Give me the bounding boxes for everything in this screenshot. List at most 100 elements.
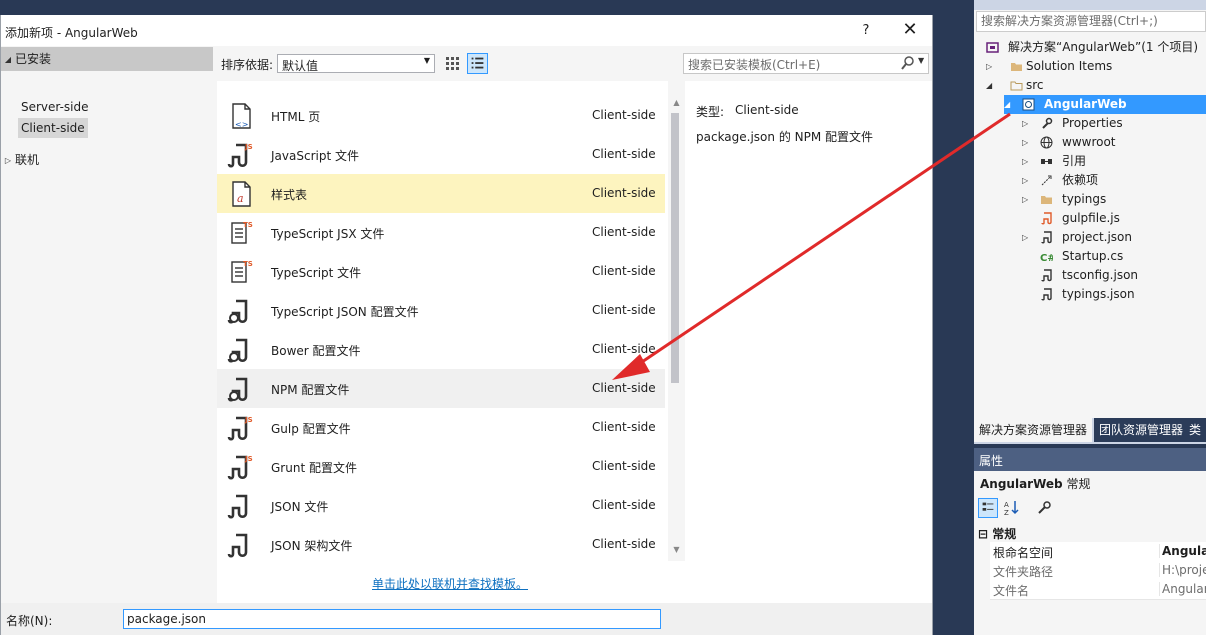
tab-class-view[interactable]: 类	[1184, 418, 1206, 442]
collapse-box-icon[interactable]: ⊟	[978, 527, 988, 541]
scroll-up-arrow-icon[interactable]: ▲	[668, 98, 685, 110]
dependencies-icon	[1041, 175, 1052, 186]
online-templates-link[interactable]: 单击此处以联机并查找模板。	[372, 575, 528, 592]
expand-arrow-icon[interactable]: ▷	[1022, 152, 1034, 171]
solution-node[interactable]: 解决方案“AngularWeb”(1 个项目)	[986, 38, 1206, 57]
typescript-jsx-file-icon: TS	[231, 221, 253, 244]
tab-team-explorer[interactable]: 团队资源管理器	[1094, 418, 1189, 442]
search-icon[interactable]	[900, 55, 916, 72]
dependencies-node[interactable]: ▷ 依赖项	[1022, 171, 1206, 190]
javascript-file-icon: JS	[227, 416, 253, 441]
property-row[interactable]: 根命名空间 Angular	[990, 542, 1206, 562]
template-category: Client-side	[592, 498, 656, 512]
template-category: Client-side	[592, 537, 656, 551]
template-item[interactable]: NPM 配置文件 Client-side	[217, 369, 665, 408]
references-node[interactable]: ▷ 引用	[1022, 152, 1206, 171]
template-item[interactable]: TS TypeScript 文件 Client-side	[217, 252, 665, 291]
collapse-arrow-icon[interactable]: ◢	[1, 48, 15, 72]
template-item[interactable]: <> HTML 页 Client-side	[217, 96, 665, 135]
json-file-icon	[227, 494, 248, 519]
expand-arrow-icon[interactable]: ▷	[1022, 190, 1034, 209]
solution-icon	[986, 42, 999, 53]
sort-value: 默认值	[282, 59, 319, 73]
svg-text:C#: C#	[1040, 253, 1053, 263]
src-node[interactable]: ◢ src	[986, 76, 1206, 95]
properties-object-selector[interactable]: AngularWeb 常规	[980, 475, 1090, 492]
expand-arrow-icon[interactable]: ▷	[1022, 133, 1034, 152]
tree-node-installed[interactable]: ◢ 已安装	[1, 47, 213, 71]
ide-background	[933, 0, 974, 635]
template-category: Client-side	[592, 303, 656, 317]
expand-arrow-icon[interactable]: ▷	[1022, 171, 1034, 190]
gulpfile-node[interactable]: gulpfile.js	[1022, 209, 1206, 228]
template-search-box[interactable]: ▼	[683, 53, 929, 74]
property-category[interactable]: ⊟ 常规	[978, 525, 1016, 542]
template-item[interactable]: TypeScript JSON 配置文件 Client-side	[217, 291, 665, 330]
help-button[interactable]: ?	[855, 21, 877, 41]
template-name: JavaScript 文件	[271, 149, 359, 163]
wwwroot-node[interactable]: ▷ wwwroot	[1022, 133, 1206, 152]
template-item[interactable]: TS TypeScript JSX 文件 Client-side	[217, 213, 665, 252]
template-name: Grunt 配置文件	[271, 461, 357, 475]
tree-node-client-side[interactable]: Client-side	[18, 118, 88, 138]
typings-node[interactable]: ▷ typings	[1022, 190, 1206, 209]
tree-node-server-side[interactable]: Server-side	[18, 97, 92, 117]
scroll-down-arrow-icon[interactable]: ▼	[668, 545, 685, 557]
expand-arrow-icon[interactable]: ▷	[986, 57, 998, 76]
template-name: JSON 架构文件	[271, 539, 353, 553]
collapse-arrow-icon[interactable]: ◢	[986, 76, 998, 95]
template-name: JSON 文件	[271, 500, 329, 514]
tab-solution-explorer[interactable]: 解决方案资源管理器	[974, 418, 1093, 442]
close-button[interactable]: ✕	[899, 20, 921, 40]
search-options-chevron-icon[interactable]: ▼	[918, 56, 924, 65]
template-category: Client-side	[592, 381, 656, 395]
alphabetical-icon[interactable]: AZ	[1002, 498, 1022, 518]
template-item[interactable]: JS Gulp 配置文件 Client-side	[217, 408, 665, 447]
template-item[interactable]: JS Grunt 配置文件 Client-side	[217, 447, 665, 486]
startup-cs-node[interactable]: C# Startup.cs	[1022, 247, 1206, 266]
name-input[interactable]	[123, 609, 661, 629]
json-config-file-icon	[227, 338, 248, 363]
collapse-arrow-icon[interactable]: ◢	[1004, 95, 1016, 114]
expand-arrow-icon[interactable]: ▷	[1, 149, 15, 173]
grid-view-icon[interactable]	[443, 54, 463, 74]
folder-icon	[1011, 63, 1022, 71]
json-file-icon	[227, 533, 248, 558]
template-item[interactable]: JSON 架构文件 Client-side	[217, 525, 665, 561]
properties-toolbar: AZ	[978, 498, 1206, 520]
json-file-icon	[1041, 288, 1052, 301]
folder-icon	[1041, 196, 1052, 204]
folder-icon	[1010, 81, 1023, 91]
template-item[interactable]: Bower 配置文件 Client-side	[217, 330, 665, 369]
angularweb-project-node[interactable]: ◢ AngularWeb	[1004, 95, 1206, 114]
json-config-file-icon	[227, 377, 248, 402]
template-name: NPM 配置文件	[271, 383, 350, 397]
tree-node-online[interactable]: ▷ 联机	[1, 148, 213, 172]
template-search-input[interactable]	[686, 55, 900, 74]
template-item[interactable]: a 样式表 Client-side	[217, 174, 665, 213]
template-name: HTML 页	[271, 110, 321, 124]
javascript-file-icon	[1041, 212, 1052, 225]
categorized-icon[interactable]	[978, 498, 998, 518]
solution-explorer-search-input[interactable]	[979, 13, 1205, 29]
json-file-icon	[1041, 231, 1052, 244]
properties-node[interactable]: ▷ Properties	[1022, 114, 1206, 133]
project-json-node[interactable]: ▷ project.json	[1022, 228, 1206, 247]
list-view-icon[interactable]	[467, 53, 488, 74]
template-item[interactable]: JS JavaScript 文件 Client-side	[217, 135, 665, 174]
template-category: Client-side	[592, 186, 656, 200]
expand-arrow-icon[interactable]: ▷	[1022, 228, 1034, 247]
tsconfig-node[interactable]: tsconfig.json	[1022, 266, 1206, 285]
sort-dropdown[interactable]: 默认值 ▼	[277, 54, 435, 73]
property-row[interactable]: 文件名 Angular	[990, 580, 1206, 600]
solution-items-node[interactable]: ▷ Solution Items	[986, 57, 1206, 76]
solution-explorer-search[interactable]	[976, 11, 1206, 32]
scrollbar-thumb[interactable]	[671, 113, 679, 383]
property-row[interactable]: 文件夹路径 H:\proje	[990, 561, 1206, 581]
solution-explorer-toolbar	[974, 0, 1206, 10]
property-pages-icon[interactable]	[1034, 498, 1054, 518]
template-item[interactable]: JSON 文件 Client-side	[217, 486, 665, 525]
sort-label: 排序依据:	[221, 58, 274, 72]
expand-arrow-icon[interactable]: ▷	[1022, 114, 1034, 133]
typings-json-node[interactable]: typings.json	[1022, 285, 1206, 304]
